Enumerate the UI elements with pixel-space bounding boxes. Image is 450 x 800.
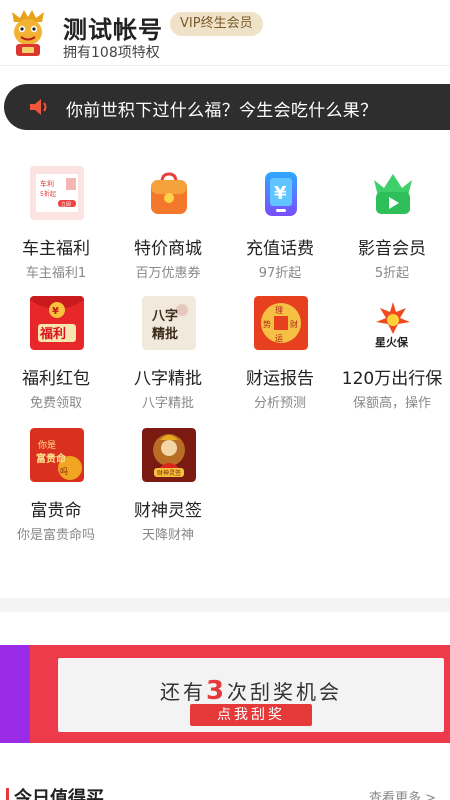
grid-sublabel: 5折起 (374, 266, 410, 281)
carousel-dot[interactable] (221, 745, 226, 750)
video-crown-icon (374, 174, 412, 214)
speaker-icon (30, 99, 47, 115)
grid-item-phone-recharge[interactable]: ¥ 充值话费 97折起 (224, 150, 336, 281)
section-accent-bar (6, 788, 9, 800)
carousel-dot[interactable] (212, 745, 217, 750)
grid-sublabel: 免费领取 (29, 396, 82, 411)
carousel-dots (212, 735, 239, 754)
fortune-report-icon: 理 财 运 势 (254, 296, 308, 350)
rich-fate-icon: 你是 富贵命 吗 (30, 428, 84, 482)
grid-label: 影音会员 (358, 239, 426, 259)
grid-label: 富贵命 (30, 501, 82, 521)
grid-sublabel: 天降财神 (141, 528, 194, 543)
grid-sublabel: 车主福利1 (25, 266, 87, 281)
view-more-link[interactable]: 查看更多 > (369, 787, 436, 800)
grid-sublabel: 保额高，操作 (352, 396, 431, 411)
grid-sublabel: 百万优惠券 (135, 266, 201, 281)
account-name: 测试帐号 (63, 16, 163, 44)
svg-text:八字: 八字 (151, 308, 178, 324)
grid-label: 财运报告 (246, 369, 314, 389)
announcement-text: 你前世积下过什么福？今生会吃什么果？ (66, 101, 378, 121)
shopping-bag-icon (151, 172, 187, 214)
scratch-card-banner[interactable]: 还有3次刮奖机会 点我刮奖 (0, 645, 450, 750)
banner-left-strip (0, 645, 30, 743)
grid-sublabel: 你是富贵命吗 (16, 528, 95, 543)
privilege-text: 拥有108项特权 (63, 45, 160, 61)
grid-label: 120万出行保 (341, 369, 443, 389)
grid-item-travel-insurance[interactable]: 星火保 120万出行保 保额高，操作 (336, 280, 448, 411)
deals-section-header: 今日值得买 查看更多 > (0, 784, 450, 800)
svg-text:你是: 你是 (38, 439, 56, 451)
grid-item-wealth-god[interactable]: 财神灵签 财神灵签 天降财神 (112, 412, 224, 543)
grid-item-car-owner[interactable]: 车利 5折起 立即 车主福利 车主福利1 (0, 150, 112, 281)
svg-text:¥: ¥ (274, 183, 287, 204)
chances-count: 3 (205, 676, 228, 706)
grid-label: 八字精批 (134, 369, 202, 389)
grid-item-video-vip[interactable]: 影音会员 5折起 (336, 150, 448, 281)
travel-icon-text: 星火保 (375, 335, 409, 349)
car-icon-button-text: 立即 (61, 201, 71, 208)
chances-text-after: 次刮奖机会 (227, 680, 343, 704)
envelope-icon-text: 福利 (39, 326, 66, 342)
car-icon-text: 车利 (40, 179, 54, 188)
scratch-chances-text: 还有3次刮奖机会 (58, 676, 444, 706)
carousel-dot[interactable] (230, 745, 235, 750)
grid-sublabel: 分析预测 (253, 396, 306, 411)
grid-sublabel: 97折起 (258, 266, 302, 281)
grid-item-special-mall[interactable]: 特价商城 百万优惠券 (112, 150, 224, 281)
car-icon-subtext: 5折起 (40, 190, 56, 198)
wealth-god-icon: 财神灵签 (142, 428, 196, 482)
service-grid: 车利 5折起 立即 车主福利 车主福利1 特价商城 百万优惠券 ¥ 充值话费 9… (0, 150, 450, 560)
dragon-avatar-icon[interactable] (8, 8, 48, 56)
grid-label: 车主福利 (22, 239, 90, 259)
phone-recharge-icon: ¥ (265, 172, 297, 216)
section-divider (0, 598, 450, 612)
svg-text:财神灵签: 财神灵签 (157, 469, 181, 477)
travel-insurance-icon: 星火保 (366, 296, 420, 350)
banner-card: 还有3次刮奖机会 点我刮奖 (58, 658, 444, 732)
bazi-icon: 八字 精批 (142, 296, 196, 350)
grid-label: 福利红包 (22, 369, 90, 389)
account-header[interactable]: 测试帐号 VIP终生会员 拥有108项特权 (0, 0, 450, 64)
svg-text:运: 运 (275, 334, 283, 343)
header-divider (0, 65, 450, 66)
svg-text:精批: 精批 (152, 326, 178, 342)
svg-text:财: 财 (290, 319, 298, 329)
svg-text:富贵命: 富贵命 (36, 452, 67, 465)
grid-item-bazi[interactable]: 八字 精批 八字精批 八字精批 (112, 280, 224, 411)
announcement-bar[interactable]: 你前世积下过什么福？今生会吃什么果？ (4, 84, 450, 130)
grid-sublabel: 八字精批 (141, 396, 194, 411)
svg-text:¥: ¥ (52, 306, 59, 317)
grid-label: 财神灵签 (134, 501, 202, 521)
grid-item-red-envelope[interactable]: ¥ 福利 福利红包 免费领取 (0, 280, 112, 411)
chances-text-before: 还有 (159, 680, 206, 704)
scratch-button[interactable]: 点我刮奖 (190, 704, 312, 726)
deals-section-title: 今日值得买 (14, 788, 104, 800)
red-envelope-icon: ¥ 福利 (30, 296, 84, 350)
grid-item-rich-fate[interactable]: 你是 富贵命 吗 富贵命 你是富贵命吗 (0, 412, 112, 543)
grid-label: 充值话费 (246, 239, 314, 259)
grid-label: 特价商城 (134, 239, 202, 259)
svg-text:吗: 吗 (60, 467, 68, 476)
vip-badge[interactable]: VIP终生会员 (170, 12, 263, 36)
grid-item-fortune-report[interactable]: 理 财 运 势 财运报告 分析预测 (224, 280, 336, 411)
svg-text:理: 理 (275, 306, 283, 315)
car-owner-icon: 车利 5折起 立即 (30, 166, 84, 220)
svg-text:势: 势 (263, 319, 271, 329)
